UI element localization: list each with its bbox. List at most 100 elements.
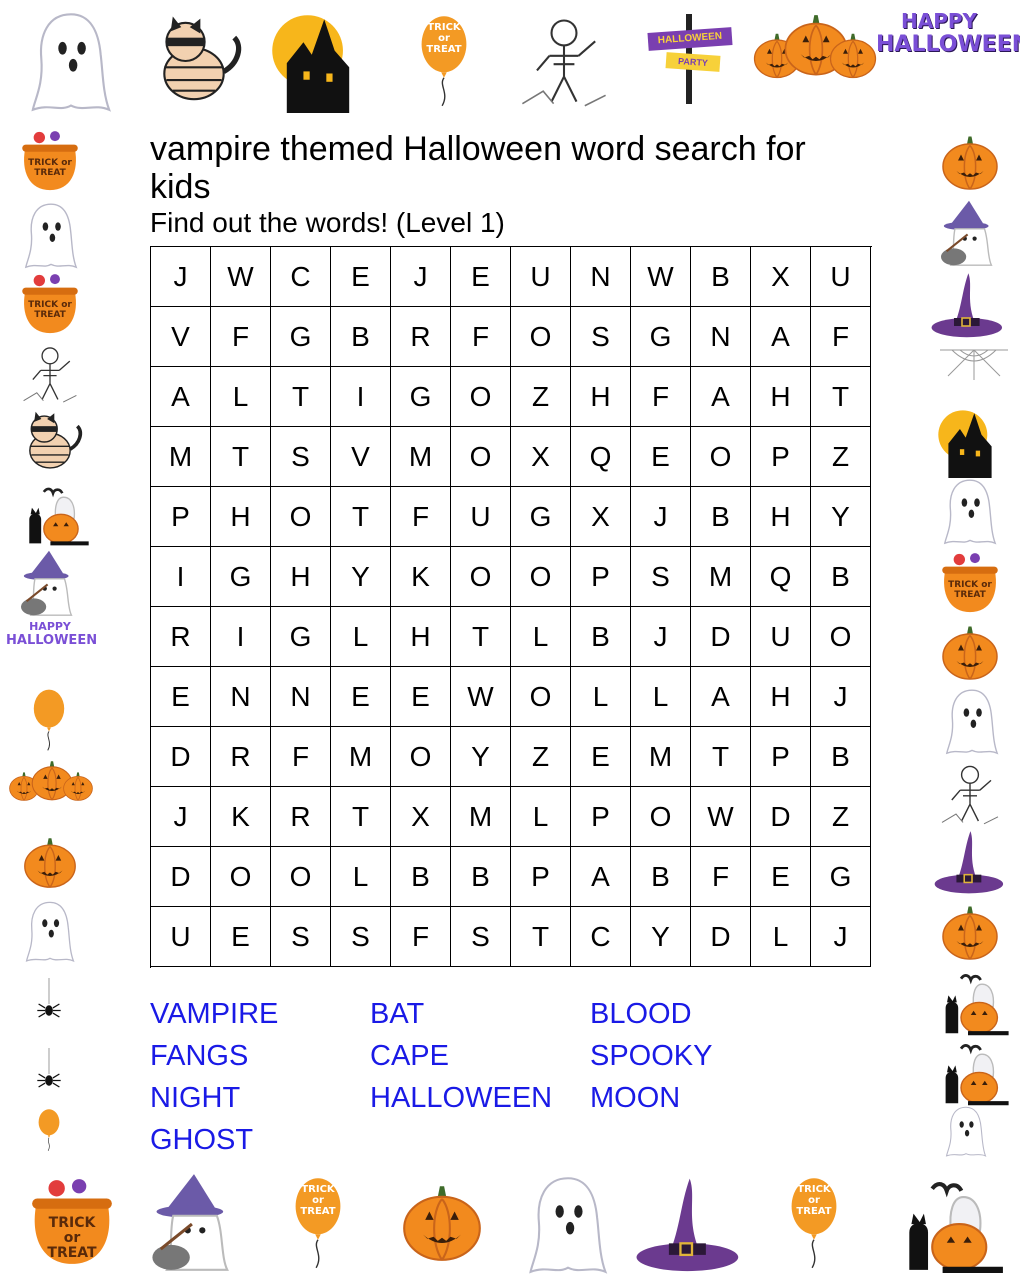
- grid-cell[interactable]: O: [691, 427, 751, 487]
- grid-cell[interactable]: O: [511, 307, 571, 367]
- grid-cell[interactable]: O: [271, 487, 331, 547]
- grid-cell[interactable]: U: [511, 247, 571, 307]
- grid-cell[interactable]: A: [571, 847, 631, 907]
- grid-cell[interactable]: F: [391, 487, 451, 547]
- grid-cell[interactable]: I: [211, 607, 271, 667]
- grid-cell[interactable]: F: [451, 307, 511, 367]
- grid-cell[interactable]: T: [451, 607, 511, 667]
- grid-cell[interactable]: B: [391, 847, 451, 907]
- grid-cell[interactable]: H: [751, 667, 811, 727]
- grid-cell[interactable]: M: [691, 547, 751, 607]
- grid-cell[interactable]: K: [391, 547, 451, 607]
- grid-cell[interactable]: X: [511, 427, 571, 487]
- grid-cell[interactable]: L: [331, 607, 391, 667]
- grid-cell[interactable]: H: [751, 367, 811, 427]
- grid-cell[interactable]: D: [151, 847, 211, 907]
- grid-cell[interactable]: R: [391, 307, 451, 367]
- grid-cell[interactable]: J: [631, 487, 691, 547]
- grid-cell[interactable]: D: [691, 907, 751, 967]
- grid-cell[interactable]: P: [751, 427, 811, 487]
- grid-cell[interactable]: E: [331, 667, 391, 727]
- grid-cell[interactable]: I: [331, 367, 391, 427]
- grid-cell[interactable]: E: [211, 907, 271, 967]
- grid-cell[interactable]: E: [151, 667, 211, 727]
- grid-cell[interactable]: G: [271, 307, 331, 367]
- grid-cell[interactable]: F: [811, 307, 871, 367]
- grid-cell[interactable]: U: [751, 607, 811, 667]
- grid-cell[interactable]: E: [751, 847, 811, 907]
- grid-cell[interactable]: W: [631, 247, 691, 307]
- grid-cell[interactable]: D: [151, 727, 211, 787]
- grid-cell[interactable]: A: [691, 367, 751, 427]
- grid-cell[interactable]: V: [331, 427, 391, 487]
- grid-cell[interactable]: M: [151, 427, 211, 487]
- grid-cell[interactable]: A: [691, 667, 751, 727]
- grid-cell[interactable]: Z: [511, 367, 571, 427]
- grid-cell[interactable]: Y: [451, 727, 511, 787]
- grid-cell[interactable]: S: [571, 307, 631, 367]
- grid-cell[interactable]: B: [571, 607, 631, 667]
- grid-cell[interactable]: L: [631, 667, 691, 727]
- grid-cell[interactable]: U: [811, 247, 871, 307]
- grid-cell[interactable]: G: [391, 367, 451, 427]
- grid-cell[interactable]: M: [631, 727, 691, 787]
- grid-cell[interactable]: N: [211, 667, 271, 727]
- grid-cell[interactable]: H: [211, 487, 271, 547]
- grid-cell[interactable]: T: [271, 367, 331, 427]
- grid-cell[interactable]: G: [511, 487, 571, 547]
- grid-cell[interactable]: E: [451, 247, 511, 307]
- grid-cell[interactable]: F: [391, 907, 451, 967]
- grid-cell[interactable]: H: [751, 487, 811, 547]
- grid-cell[interactable]: F: [211, 307, 271, 367]
- grid-cell[interactable]: P: [751, 727, 811, 787]
- grid-cell[interactable]: O: [451, 367, 511, 427]
- grid-cell[interactable]: H: [271, 547, 331, 607]
- grid-cell[interactable]: E: [571, 727, 631, 787]
- grid-cell[interactable]: E: [391, 667, 451, 727]
- grid-cell[interactable]: C: [271, 247, 331, 307]
- grid-cell[interactable]: Y: [811, 487, 871, 547]
- grid-cell[interactable]: B: [691, 247, 751, 307]
- grid-cell[interactable]: B: [451, 847, 511, 907]
- grid-cell[interactable]: F: [691, 847, 751, 907]
- grid-cell[interactable]: T: [331, 487, 391, 547]
- grid-cell[interactable]: Z: [811, 787, 871, 847]
- grid-cell[interactable]: M: [331, 727, 391, 787]
- grid-cell[interactable]: L: [331, 847, 391, 907]
- grid-cell[interactable]: H: [571, 367, 631, 427]
- grid-cell[interactable]: U: [451, 487, 511, 547]
- grid-cell[interactable]: K: [211, 787, 271, 847]
- grid-cell[interactable]: S: [451, 907, 511, 967]
- grid-cell[interactable]: J: [151, 787, 211, 847]
- grid-cell[interactable]: O: [511, 667, 571, 727]
- grid-cell[interactable]: O: [211, 847, 271, 907]
- grid-cell[interactable]: W: [451, 667, 511, 727]
- grid-cell[interactable]: N: [271, 667, 331, 727]
- grid-cell[interactable]: R: [211, 727, 271, 787]
- grid-cell[interactable]: T: [511, 907, 571, 967]
- grid-cell[interactable]: F: [271, 727, 331, 787]
- grid-cell[interactable]: L: [571, 667, 631, 727]
- grid-cell[interactable]: G: [631, 307, 691, 367]
- grid-cell[interactable]: O: [271, 847, 331, 907]
- grid-cell[interactable]: Y: [631, 907, 691, 967]
- grid-cell[interactable]: O: [391, 727, 451, 787]
- grid-cell[interactable]: X: [751, 247, 811, 307]
- grid-cell[interactable]: O: [451, 547, 511, 607]
- grid-cell[interactable]: X: [571, 487, 631, 547]
- grid-cell[interactable]: U: [151, 907, 211, 967]
- grid-cell[interactable]: G: [811, 847, 871, 907]
- grid-cell[interactable]: G: [271, 607, 331, 667]
- grid-cell[interactable]: Z: [811, 427, 871, 487]
- grid-cell[interactable]: G: [211, 547, 271, 607]
- grid-cell[interactable]: J: [811, 907, 871, 967]
- grid-cell[interactable]: O: [631, 787, 691, 847]
- grid-cell[interactable]: D: [751, 787, 811, 847]
- grid-cell[interactable]: S: [631, 547, 691, 607]
- grid-cell[interactable]: P: [571, 547, 631, 607]
- grid-cell[interactable]: L: [211, 367, 271, 427]
- grid-cell[interactable]: S: [331, 907, 391, 967]
- grid-cell[interactable]: M: [391, 427, 451, 487]
- grid-cell[interactable]: S: [271, 907, 331, 967]
- grid-cell[interactable]: P: [151, 487, 211, 547]
